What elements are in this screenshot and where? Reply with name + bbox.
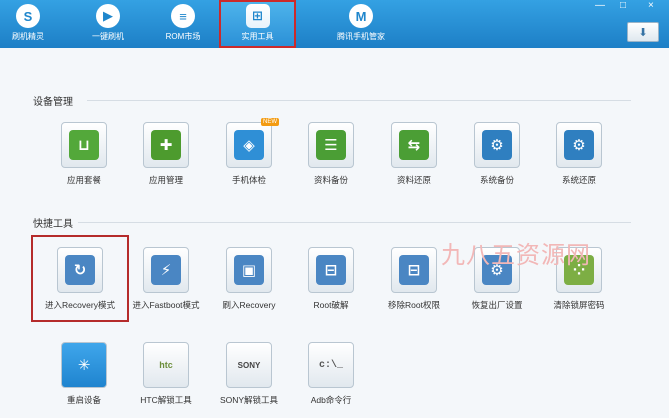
document-icon: ☰ [316,130,346,160]
shield-icon: ◈ [234,130,264,160]
tool-box: ⊟ [391,247,437,293]
minimize-button[interactable]: — [595,0,605,11]
tool-label: Adb命令行 [310,395,352,405]
tool-sony-unlock[interactable]: SONY SONY解锁工具 [209,338,289,418]
bag-icon: ⊔ [69,130,99,160]
loading-icon: ✳ [77,357,91,374]
sony-lock-icon: SONY [237,360,261,370]
tablet-icon: ▣ [234,255,264,285]
gear-icon: ⚙ [564,130,594,160]
tool-box: ✚ [143,122,189,168]
terminal-icon: c:\_ [318,359,343,371]
tool-enter-fastboot[interactable]: ⚡ 进入Fastboot模式 [126,243,206,323]
maximize-button[interactable]: □ [620,0,626,11]
tool-root[interactable]: ⊟ Root破解 [291,243,371,323]
tool-box: ↻ [57,247,103,293]
shuajijingling-icon: S [16,4,40,28]
tool-box: ▣ [226,247,272,293]
tool-box: c:\_ [308,342,354,388]
tool-box: ✳ [61,342,107,388]
tool-reboot[interactable]: ✳ 重启设备 [44,338,124,418]
nav-tencent-manager[interactable]: M 腾讯手机管家 [318,0,404,48]
tool-label: 系统还原 [561,175,596,185]
htc-lock-icon: htc [159,360,173,370]
tool-data-restore[interactable]: ⇆ 资料还原 [374,118,454,198]
tencent-shield-icon: M [349,4,373,28]
tool-box: ⊟ [308,247,354,293]
tool-htc-unlock[interactable]: htc HTC解锁工具 [126,338,206,418]
tool-system-restore[interactable]: ⚙ 系统还原 [539,118,619,198]
tool-phone-checkup[interactable]: ◈ NEW 手机体检 [209,118,289,198]
grid-icon: ⊞ [245,4,270,28]
rom-icon: ≡ [171,4,195,28]
close-button[interactable]: × [648,0,654,11]
new-badge: NEW [261,118,279,126]
divider [78,222,631,223]
tool-app-bundle[interactable]: ⊔ 应用套餐 [44,118,124,198]
nav-label: 腾讯手机管家 [337,32,385,41]
tool-box: ⚡ [143,247,189,293]
nav-label: 一键刷机 [92,32,124,41]
tool-data-backup[interactable]: ☰ 资料备份 [291,118,371,198]
tool-box: ☰ [308,122,354,168]
divider [87,100,631,101]
play-icon: ▶ [96,4,120,28]
section-title-quick: 快捷工具 [33,219,73,230]
nav-utilities[interactable]: ⊞ 实用工具 [219,0,296,48]
tool-box: ⚙ [556,122,602,168]
top-navigation-bar: S 刷机精灵 ▶ 一键刷机 ≡ ROM市场 ⊞ 实用工具 M 腾讯手机管家 — … [0,0,669,48]
android-icon: ⊟ [316,255,346,285]
nav-shuajijingling[interactable]: S 刷机精灵 [0,0,56,48]
tool-box: htc [143,342,189,388]
restore-icon: ⇆ [399,130,429,160]
nav-label: ROM市场 [165,32,201,41]
tool-box: ⊔ [61,122,107,168]
section-title-device: 设备管理 [33,97,73,108]
gear-icon: ⚙ [482,130,512,160]
download-button[interactable]: ⬇ [627,22,659,42]
tool-enter-recovery[interactable]: ↻ 进入Recovery模式 [40,243,120,323]
nav-label: 刷机精灵 [12,32,44,41]
android-icon: ⊟ [399,255,429,285]
tool-label: 清除锁屏密码 [553,300,605,310]
tool-box: ◈ [226,122,272,168]
watermark: 九八五资源网 [441,242,591,269]
tool-box: ⚙ [474,122,520,168]
tool-system-backup[interactable]: ⚙ 系统备份 [457,118,537,198]
refresh-icon: ↻ [65,255,95,285]
tool-app-manager[interactable]: ✚ 应用管理 [126,118,206,198]
nav-rom-market[interactable]: ≡ ROM市场 [155,0,211,48]
tool-adb-cmd[interactable]: c:\_ Adb命令行 [291,338,371,418]
tool-box: SONY [226,342,272,388]
tool-flash-recovery[interactable]: ▣ 刷入Recovery [209,243,289,323]
nav-label: 实用工具 [241,32,274,41]
puzzle-icon: ✚ [151,130,181,160]
tool-box: ⇆ [391,122,437,168]
lightning-icon: ⚡ [151,255,181,285]
nav-one-click-flash[interactable]: ▶ 一键刷机 [80,0,136,48]
